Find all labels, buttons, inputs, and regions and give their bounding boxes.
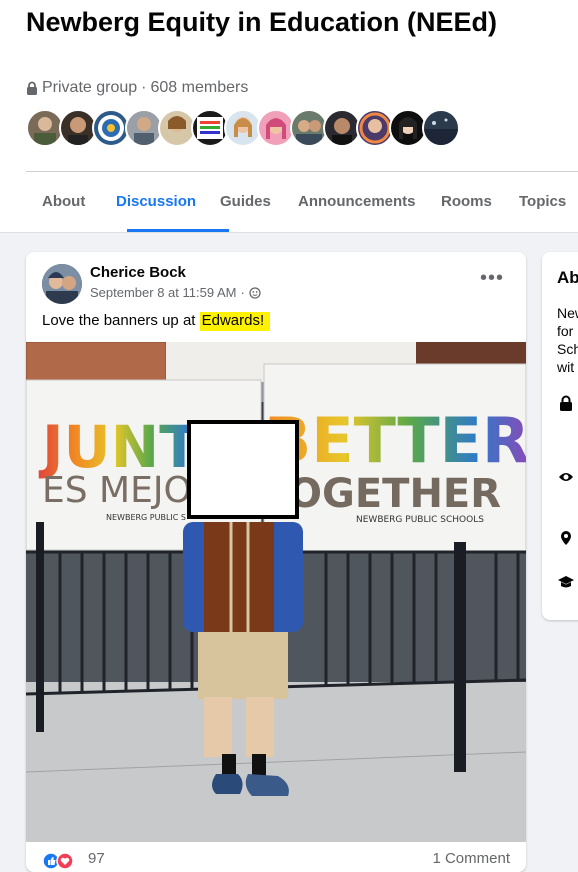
post-photo[interactable]: JUNTO ES MEJO NEWBERG PUBLIC S BETTER OG… [26,342,526,842]
tab-discussion[interactable]: Discussion [116,172,196,232]
post-text-main: Love the banners up at [42,312,200,329]
group-meta: Private group · 608 members [26,79,248,97]
banner-right-top: BETTER [264,404,526,477]
banner-right-caption: NEWBERG PUBLIC SCHOOLS [356,515,484,525]
about-desc-line: New [557,305,578,321]
banner-right-bottom: OGETHER [288,471,501,517]
member-count[interactable]: 608 members [151,79,249,97]
post-text: Love the banners up at Edwards! [42,312,271,331]
meta-separator: · [141,79,147,96]
post-author[interactable]: Cherice Bock [90,264,186,281]
graduation-cap-icon [558,574,574,590]
post-text-highlight: Edwards! [199,312,271,331]
eye-icon [558,469,574,485]
header-bottom-border [0,232,578,233]
post-meta: September 8 at 11:59 AM · [90,285,261,300]
reaction-icons[interactable] [42,852,82,870]
post-card: Cherice Bock September 8 at 11:59 AM · •… [26,252,526,872]
location-pin-icon [558,530,574,546]
tab-topics[interactable]: Topics [519,172,566,232]
tab-announcements[interactable]: Announcements [298,172,416,232]
post-timestamp[interactable]: September 8 at 11:59 AM [90,285,236,300]
about-desc-line: Sch [557,341,578,357]
post-options-button[interactable]: ••• [474,268,510,296]
post-footer: 97 1 Comment [26,848,526,872]
lock-icon [558,395,574,411]
comment-count[interactable]: 1 Comment [432,850,510,867]
tab-rooms[interactable]: Rooms [441,172,492,232]
banner-left-bottom: ES MEJO [42,470,192,511]
post-meta-separator: · [240,285,245,300]
tab-guides[interactable]: Guides [220,172,271,232]
about-description: New for Sch wit [557,304,578,376]
members-audience-icon[interactable] [249,286,261,299]
reaction-count[interactable]: 97 [88,850,105,867]
about-title: Ab [557,268,578,287]
tab-about[interactable]: About [42,172,85,232]
lock-icon [26,81,38,95]
about-desc-line: wit [557,359,575,375]
group-header: Newberg Equity in Education (NEEd) Priva… [0,0,578,233]
avatar[interactable] [422,109,460,147]
privacy-label[interactable]: Private group [42,79,137,97]
about-desc-line: for [557,323,574,339]
banner-left-caption: NEWBERG PUBLIC S [106,513,186,522]
group-title[interactable]: Newberg Equity in Education (NEEd) [26,6,546,38]
about-sidebar-card: Ab New for Sch wit [542,252,578,620]
author-avatar[interactable] [42,264,82,304]
